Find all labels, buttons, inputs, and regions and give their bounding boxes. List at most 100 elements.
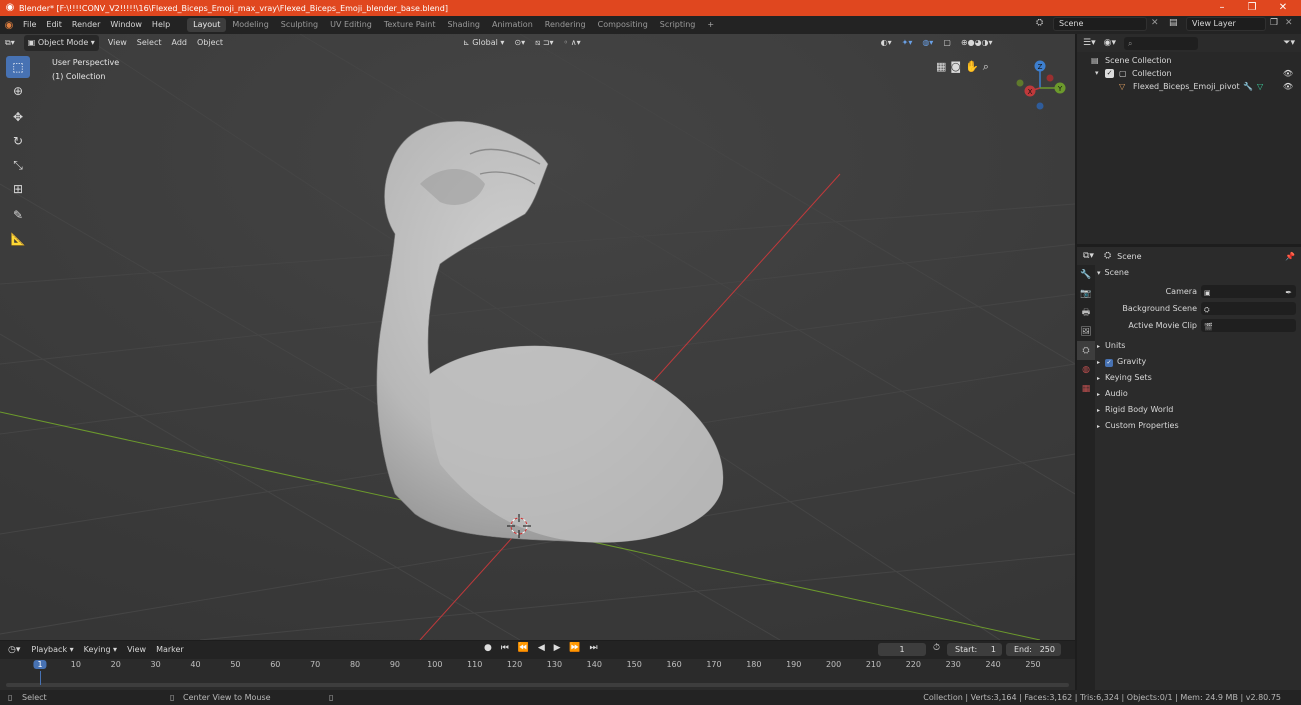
close-button[interactable]: ✕ [1268, 0, 1298, 16]
render-tab-icon[interactable]: 📷 [1077, 284, 1095, 303]
play-reverse-icon[interactable]: ◀ [538, 643, 548, 653]
camera-field[interactable]: ▣ ✒ [1201, 285, 1296, 298]
maximize-button[interactable]: ❐ [1237, 0, 1267, 16]
tab-modeling[interactable]: Modeling [226, 18, 274, 32]
xray-icon[interactable]: ▢ [938, 35, 956, 51]
view-layer-tab-icon[interactable]: 🖼 [1077, 322, 1095, 341]
texture-tab-icon[interactable]: ▦ [1077, 379, 1095, 398]
mode-selector[interactable]: ▣ Object Mode ▾ [23, 35, 99, 51]
collection-checkbox[interactable]: ✓ [1105, 69, 1114, 78]
outliner-row-collection[interactable]: ▾ ✓ ▢ Collection 👁 [1077, 67, 1301, 80]
panel-custom-properties[interactable]: ▸ Custom Properties [1097, 418, 1301, 434]
visibility-icon[interactable]: ◐▾ [876, 35, 897, 51]
end-frame-field[interactable]: End: 250 [1006, 643, 1061, 656]
add-workspace-icon[interactable]: + [701, 18, 720, 32]
menu-edit[interactable]: Edit [41, 16, 67, 34]
menu-add[interactable]: Add [166, 35, 192, 51]
outliner[interactable]: ☰▾ ◉▾ ⌕ ⏷▾ ▤ Scene Collection ▾ ✓ ▢ Coll… [1077, 34, 1301, 244]
tab-sculpting[interactable]: Sculpting [275, 18, 324, 32]
view-layer-browse-icon[interactable]: ▤ [1169, 18, 1178, 28]
marker-menu[interactable]: Marker [151, 642, 189, 658]
world-tab-icon[interactable]: ◍ [1077, 360, 1095, 379]
outliner-row-object[interactable]: ▽ Flexed_Biceps_Emoji_pivot 🔧 ▽ 👁 [1077, 80, 1301, 93]
shading-modes-icon[interactable]: ⊕●◕◑▾ [956, 35, 998, 51]
scale-icon[interactable]: ⤡ [6, 154, 30, 176]
play-icon[interactable]: ▶ [554, 643, 564, 653]
scene-panel-header[interactable]: ▾ Scene [1097, 265, 1301, 281]
3d-viewport[interactable]: Z Y X ⧉▾ ▣ Object Mode ▾ View Select Add… [0, 34, 1075, 640]
tab-animation[interactable]: Animation [486, 18, 539, 32]
timeline-scrollbar[interactable] [6, 683, 1069, 687]
playhead-line[interactable] [40, 671, 41, 685]
measure-icon[interactable]: 📐 [6, 228, 30, 250]
scene-remove-icon[interactable]: ✕ [1151, 18, 1159, 28]
snap-icon[interactable]: ⧅ ⊐▾ [530, 35, 558, 51]
menu-help[interactable]: Help [147, 16, 175, 34]
rotate-icon[interactable]: ↻ [6, 130, 30, 152]
eyedropper-icon[interactable]: ✒ [1285, 285, 1292, 301]
panel-units[interactable]: ▸ Units [1097, 338, 1301, 354]
tab-scripting[interactable]: Scripting [654, 18, 702, 32]
current-frame-field[interactable]: 1 [878, 643, 926, 656]
menu-select[interactable]: Select [132, 35, 167, 51]
select-box-icon[interactable]: ⬚ [6, 56, 30, 78]
properties-editor-icon[interactable]: ⧉▾ [1083, 251, 1094, 261]
transform-icon[interactable]: ⊞ [6, 178, 30, 200]
filter-icon[interactable]: ⏷▾ [1283, 38, 1295, 48]
record-icon[interactable]: ● [484, 643, 495, 653]
outliner-search-input[interactable]: ⌕ [1123, 36, 1198, 50]
panel-rigid-body-world[interactable]: ▸ Rigid Body World [1097, 402, 1301, 418]
tab-uv-editing[interactable]: UV Editing [324, 18, 378, 32]
camera-view-icon[interactable]: ◙ [950, 60, 961, 74]
tool-settings-tab-icon[interactable]: 🔧 [1077, 265, 1095, 284]
panel-keying-sets[interactable]: ▸ Keying Sets [1097, 370, 1301, 386]
output-tab-icon[interactable]: 🖶 [1077, 303, 1095, 322]
prev-keyframe-icon[interactable]: ⏪ [518, 643, 532, 653]
gravity-checkbox[interactable]: ✓ [1105, 359, 1114, 367]
scene-selector[interactable]: Scene [1053, 17, 1147, 31]
blender-menu-icon[interactable]: ◉ [0, 20, 18, 31]
zoom-icon[interactable]: ⌕ [983, 60, 989, 74]
timeline-editor-icon[interactable]: ◷▾ [8, 645, 20, 655]
eye-icon[interactable]: 👁 [1283, 67, 1293, 80]
view-layer-new-icon[interactable]: ❐ [1270, 18, 1278, 28]
tab-texture-paint[interactable]: Texture Paint [378, 18, 442, 32]
minimize-button[interactable]: – [1207, 0, 1237, 16]
menu-render[interactable]: Render [67, 16, 105, 34]
jump-end-icon[interactable]: ⏭ [590, 643, 601, 653]
next-keyframe-icon[interactable]: ⏩ [569, 643, 583, 653]
transform-orientation-selector[interactable]: ⊾ Global ▾ [458, 35, 509, 51]
menu-file[interactable]: File [18, 16, 41, 34]
pan-hand-icon[interactable]: ✋ [965, 60, 979, 74]
frame-ruler[interactable]: 1 10 20 30 40 50 60 70 80 90 100 110 120 130 140 150 160… [0, 659, 1075, 690]
menu-object[interactable]: Object [192, 35, 228, 51]
jump-start-icon[interactable]: ⏮ [501, 643, 512, 653]
view-layer-selector[interactable]: View Layer [1186, 17, 1266, 31]
outliner-editor-icon[interactable]: ☰▾ [1083, 38, 1096, 48]
eye-icon[interactable]: 👁 [1283, 80, 1293, 93]
tab-shading[interactable]: Shading [441, 18, 486, 32]
expand-arrow-icon[interactable]: ▾ [1095, 67, 1099, 80]
display-mode-icon[interactable]: ◉▾ [1104, 38, 1116, 48]
move-icon[interactable]: ✥ [6, 106, 30, 128]
playback-menu[interactable]: Playback ▾ [26, 642, 78, 658]
annotate-icon[interactable]: ✎ [6, 204, 30, 226]
panel-audio[interactable]: ▸ Audio [1097, 386, 1301, 402]
editor-type-icon[interactable]: ⧉▾ [0, 35, 20, 51]
modifier-wrench-icon[interactable]: 🔧 [1243, 80, 1253, 93]
keying-menu[interactable]: Keying ▾ [79, 642, 122, 658]
pivot-point-icon[interactable]: ⊙▾ [509, 35, 530, 51]
scene-browse-icon[interactable]: ⛭ [1036, 18, 1043, 28]
overlay-toggle-icon[interactable]: ◍▾ [917, 35, 938, 51]
movie-clip-field[interactable]: 🎬 [1201, 319, 1296, 332]
view-layer-remove-icon[interactable]: ✕ [1285, 18, 1293, 28]
properties-editor[interactable]: ⧉▾ ⛭ Scene 📌 🔧 📷 🖶 🖼 ⛭ ◍ ▦ ▾ Scene Camera… [1077, 247, 1301, 690]
background-scene-field[interactable]: ⛭ [1201, 302, 1296, 315]
tab-layout[interactable]: Layout [187, 18, 227, 32]
outliner-row-scene-collection[interactable]: ▤ Scene Collection [1077, 54, 1301, 67]
start-frame-field[interactable]: Start: 1 [947, 643, 1002, 656]
menu-view[interactable]: View [103, 35, 132, 51]
timeline[interactable]: ◷▾ Playback ▾ Keying ▾ View Marker ● ⏮ ⏪… [0, 641, 1075, 690]
grid-view-icon[interactable]: ▦ [936, 60, 946, 74]
mesh-data-icon[interactable]: ▽ [1257, 80, 1263, 93]
